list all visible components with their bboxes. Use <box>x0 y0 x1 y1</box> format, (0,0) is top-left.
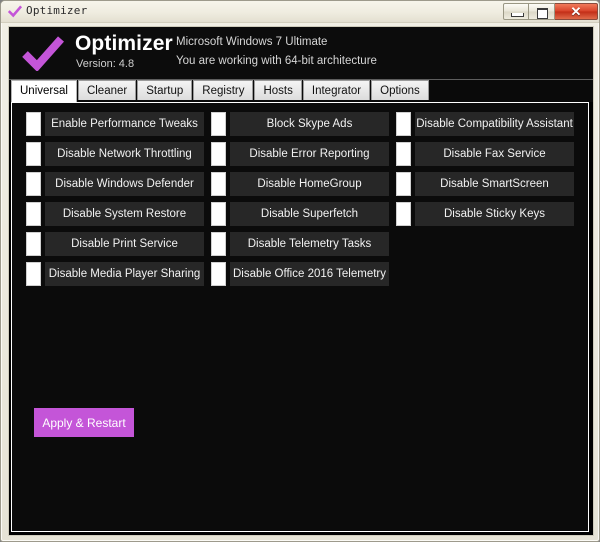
tab-registry[interactable]: Registry <box>193 80 253 100</box>
tweak-checkbox[interactable] <box>396 202 411 226</box>
universal-tab-pane: Enable Performance Tweaks Disable Network… <box>11 102 589 532</box>
tweak-button[interactable]: Enable Performance Tweaks <box>45 112 204 136</box>
close-button[interactable]: ✕ <box>555 3 598 20</box>
os-name-label: Microsoft Windows 7 Ultimate <box>176 36 327 48</box>
app-version: Version: 4.8 <box>76 58 134 70</box>
tweak-row: Disable Windows Defender <box>26 172 204 196</box>
tweak-row: Block Skype Ads <box>211 112 389 136</box>
tweak-checkbox[interactable] <box>211 142 226 166</box>
tweak-button[interactable]: Block Skype Ads <box>230 112 389 136</box>
tweak-button[interactable]: Disable Windows Defender <box>45 172 204 196</box>
tweak-column-3: Disable Compatibility Assistant Disable F… <box>396 112 574 232</box>
tweak-row: Enable Performance Tweaks <box>26 112 204 136</box>
tweak-button[interactable]: Disable Compatibility Assistant <box>415 112 574 136</box>
purple-checkmark-logo-icon <box>21 35 65 71</box>
tab-options[interactable]: Options <box>371 80 429 100</box>
tweak-button[interactable]: Disable Print Service <box>45 232 204 256</box>
tweak-row: Disable Compatibility Assistant <box>396 112 574 136</box>
tab-hosts[interactable]: Hosts <box>254 80 301 100</box>
tweak-button[interactable]: Disable SmartScreen <box>415 172 574 196</box>
maximize-icon <box>537 8 548 19</box>
tweak-button[interactable]: Disable Network Throttling <box>45 142 204 166</box>
window-controls: ✕ <box>503 3 598 20</box>
window-titlebar[interactable]: Optimizer ✕ <box>1 1 600 23</box>
tweak-row: Disable Print Service <box>26 232 204 256</box>
tweak-button[interactable]: Disable Media Player Sharing <box>45 262 204 286</box>
tab-startup[interactable]: Startup <box>137 80 192 100</box>
app-brand-name: Optimizer <box>75 32 173 56</box>
tweak-row: Disable SmartScreen <box>396 172 574 196</box>
window-title: Optimizer <box>26 4 87 17</box>
tweak-row: Disable Media Player Sharing <box>26 262 204 286</box>
tweak-checkbox[interactable] <box>26 232 41 256</box>
tweak-checkbox[interactable] <box>211 262 226 286</box>
tweak-row: Disable Telemetry Tasks <box>211 232 389 256</box>
optimizer-window: Optimizer ✕ Optimizer Version: 4.8 Micro… <box>0 0 600 542</box>
tweak-checkbox[interactable] <box>26 112 41 136</box>
tweak-checkbox[interactable] <box>26 202 41 226</box>
minimize-icon <box>511 13 524 17</box>
tweak-button[interactable]: Disable Office 2016 Telemetry <box>230 262 389 286</box>
tweak-button[interactable]: Disable Superfetch <box>230 202 389 226</box>
tweak-button[interactable]: Disable Error Reporting <box>230 142 389 166</box>
tab-cleaner[interactable]: Cleaner <box>78 80 136 100</box>
tweak-row: Disable Sticky Keys <box>396 202 574 226</box>
close-icon: ✕ <box>555 4 597 19</box>
tweak-checkbox[interactable] <box>211 232 226 256</box>
tweak-row: Disable Fax Service <box>396 142 574 166</box>
apply-and-restart-button[interactable]: Apply & Restart <box>34 408 134 437</box>
checkmark-icon <box>8 5 22 19</box>
tweak-grid: Enable Performance Tweaks Disable Network… <box>12 103 590 533</box>
tweak-checkbox[interactable] <box>26 142 41 166</box>
app-header: Optimizer Version: 4.8 Microsoft Windows… <box>9 27 593 79</box>
tab-integrator[interactable]: Integrator <box>303 80 370 100</box>
tweak-row: Disable System Restore <box>26 202 204 226</box>
tweak-checkbox[interactable] <box>396 172 411 196</box>
tweak-row: Disable Error Reporting <box>211 142 389 166</box>
tweak-button[interactable]: Disable Fax Service <box>415 142 574 166</box>
tweak-row: Disable Office 2016 Telemetry <box>211 262 389 286</box>
tweak-checkbox[interactable] <box>26 172 41 196</box>
tweak-checkbox[interactable] <box>211 172 226 196</box>
tab-universal[interactable]: Universal <box>11 80 77 102</box>
minimize-button[interactable] <box>503 3 529 20</box>
app-body: Optimizer Version: 4.8 Microsoft Windows… <box>9 27 593 535</box>
tweak-checkbox[interactable] <box>26 262 41 286</box>
tweak-checkbox[interactable] <box>211 202 226 226</box>
tweak-column-1: Enable Performance Tweaks Disable Network… <box>26 112 204 292</box>
tweak-checkbox[interactable] <box>396 142 411 166</box>
tweak-button[interactable]: Disable HomeGroup <box>230 172 389 196</box>
architecture-label: You are working with 64-bit architecture <box>176 55 377 67</box>
tweak-column-2: Block Skype Ads Disable Error Reporting Di… <box>211 112 389 292</box>
tweak-row: Disable Superfetch <box>211 202 389 226</box>
tab-strip: UniversalCleanerStartupRegistryHostsInte… <box>9 79 593 102</box>
tweak-button[interactable]: Disable System Restore <box>45 202 204 226</box>
tweak-button[interactable]: Disable Sticky Keys <box>415 202 574 226</box>
tweak-checkbox[interactable] <box>396 112 411 136</box>
maximize-button[interactable] <box>529 3 555 20</box>
tweak-checkbox[interactable] <box>211 112 226 136</box>
tweak-button[interactable]: Disable Telemetry Tasks <box>230 232 389 256</box>
tweak-row: Disable Network Throttling <box>26 142 204 166</box>
tab-list: UniversalCleanerStartupRegistryHostsInte… <box>11 80 430 102</box>
tweak-row: Disable HomeGroup <box>211 172 389 196</box>
